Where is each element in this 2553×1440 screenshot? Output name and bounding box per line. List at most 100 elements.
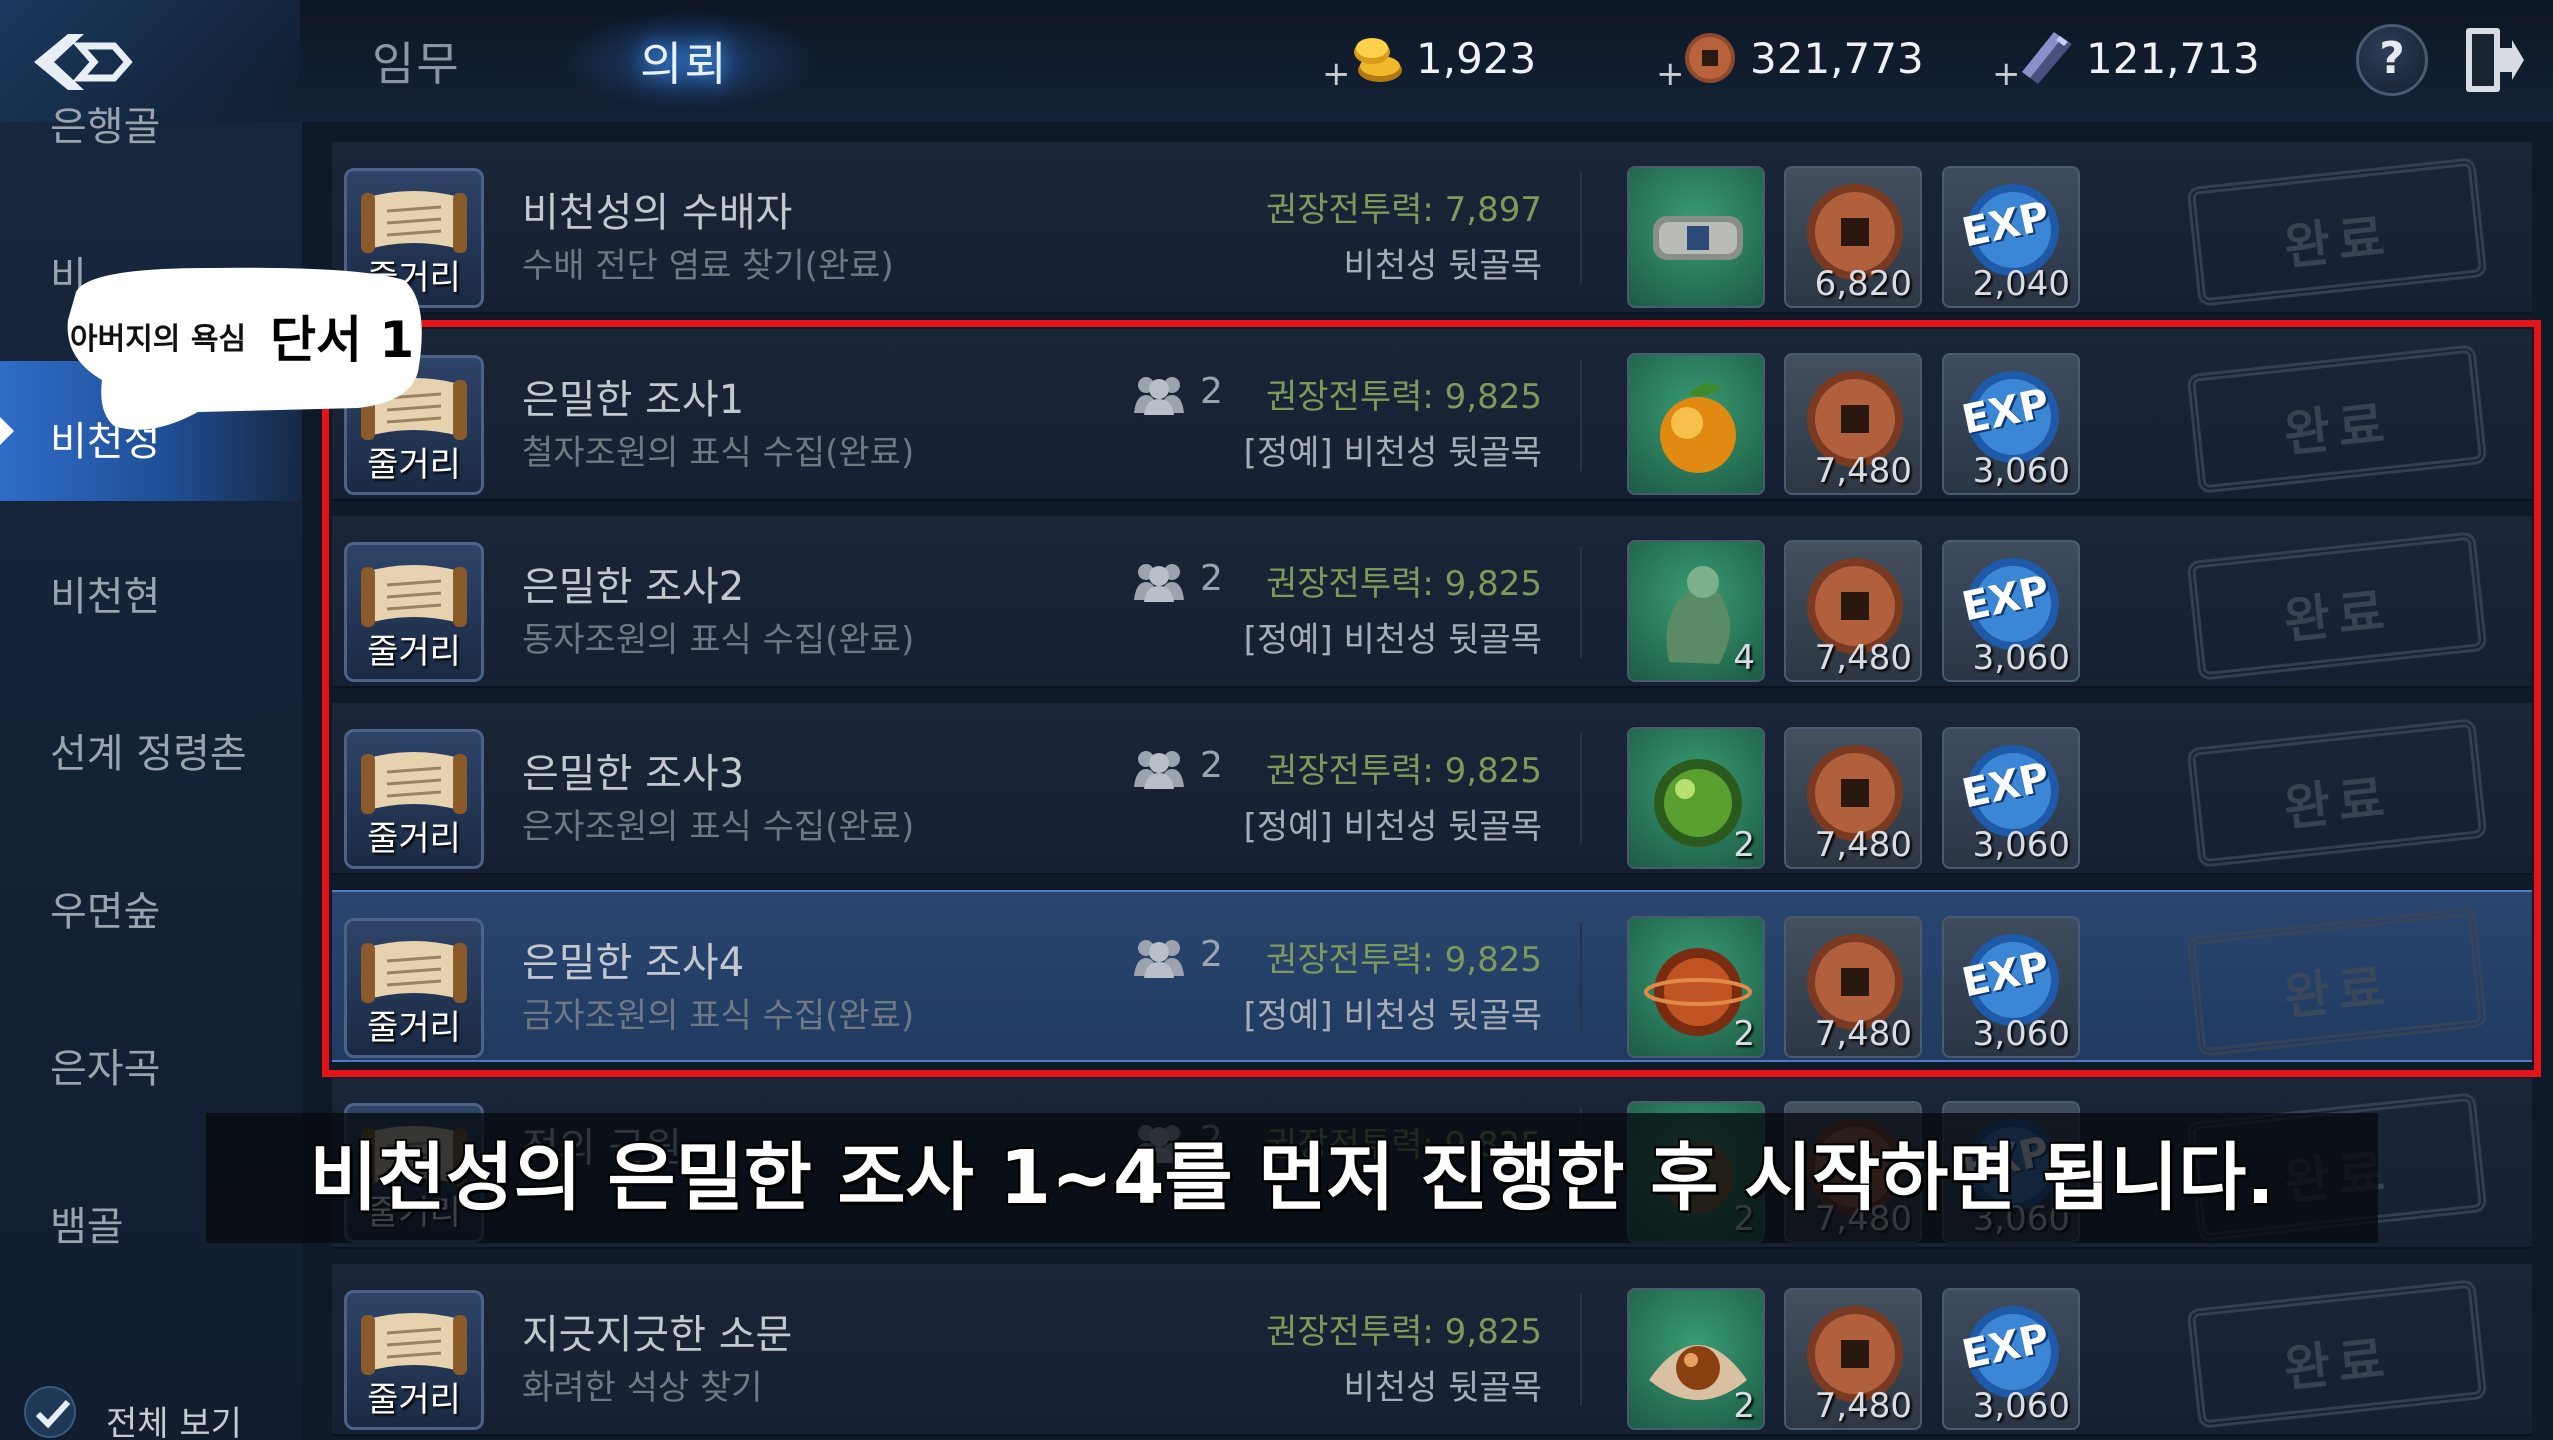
completed-stamp: 완료 — [2186, 344, 2488, 494]
reward-item[interactable]: 2 — [1627, 1288, 1765, 1430]
scroll-icon: 줄거리 — [344, 1290, 484, 1430]
quest-title: 은밀한 조사1 — [522, 377, 745, 423]
quest-title: 은밀한 조사3 — [522, 751, 745, 797]
recommended-power: 권장전투력: 9,825 — [1266, 751, 1542, 791]
reward-coin[interactable]: 7,480 — [1784, 1288, 1922, 1430]
scroll-icon: 줄거리 — [344, 542, 484, 682]
party-size: 2 — [1132, 558, 1223, 602]
quest-title: 은밀한 조사2 — [522, 564, 745, 610]
sidebar-item-seongye[interactable]: 선계 정령촌 — [0, 673, 302, 813]
sidebar-item-label: 비천현 — [50, 574, 161, 620]
party-icon — [1134, 377, 1184, 415]
reward-item[interactable] — [1627, 353, 1765, 495]
divider — [1580, 172, 1582, 284]
coin-quantity: 7,480 — [1814, 1014, 1912, 1054]
tab-request[interactable]: 의뢰 — [640, 28, 729, 94]
exit-door-icon[interactable] — [2460, 22, 2526, 98]
quest-type-label: 줄거리 — [367, 819, 461, 859]
quest-location: 비천성 뒷골목 — [1343, 246, 1543, 286]
check-icon — [35, 1399, 71, 1429]
quest-type-label: 줄거리 — [367, 445, 461, 485]
completed-stamp: 완료 — [2186, 1279, 2488, 1429]
recommended-power: 권장전투력: 9,825 — [1266, 564, 1542, 604]
coin-quantity: 7,480 — [1814, 1386, 1912, 1426]
crystal-icon — [2022, 32, 2072, 84]
reward-quantity: 2 — [1733, 825, 1755, 865]
reward-exp[interactable]: EXP3,060 — [1942, 916, 2080, 1058]
quest-row[interactable]: 줄거리 은밀한 조사3 은자조원의 표식 수집(완료) 2 권장전투력: 9,825 [정… — [332, 703, 2532, 875]
sidebar-item-label: 은행골 — [50, 104, 161, 150]
completed-stamp-label: 완료 — [2281, 768, 2395, 838]
exp-quantity: 3,060 — [1972, 638, 2070, 678]
bronze-coin-icon — [1685, 33, 1735, 83]
reward-coin[interactable]: 7,480 — [1784, 916, 1922, 1058]
quest-objective: 철자조원의 표식 수집(완료) — [522, 433, 915, 473]
reward-item[interactable]: 2 — [1627, 916, 1765, 1058]
completed-stamp-label: 완료 — [2281, 207, 2395, 277]
reward-item[interactable]: 4 — [1627, 540, 1765, 682]
divider — [1580, 922, 1582, 1034]
quest-row[interactable]: 줄거리 지긋지긋한 소문 화려한 석상 찾기 권장전투력: 9,825 비천성 뒷골목 2… — [332, 1264, 2532, 1436]
party-count: 2 — [1200, 934, 1223, 975]
reward-exp[interactable]: EXP3,060 — [1942, 540, 2080, 682]
quest-objective: 은자조원의 표식 수집(완료) — [522, 807, 915, 847]
quest-location: [정예] 비천성 뒷골목 — [1243, 620, 1542, 660]
quest-row[interactable]: 줄거리 은밀한 조사1 철자조원의 표식 수집(완료) 2 권장전투력: 9,825 [정… — [332, 329, 2532, 501]
quest-objective: 화려한 석상 찾기 — [522, 1368, 763, 1408]
quest-location: [정예] 비천성 뒷골목 — [1243, 807, 1542, 847]
reward-item[interactable]: 2 — [1627, 727, 1765, 869]
view-all-label: 전체 보기 — [106, 1404, 242, 1440]
coin-quantity: 7,480 — [1814, 825, 1912, 865]
reward-exp[interactable]: EXP3,060 — [1942, 727, 2080, 869]
reward-exp[interactable]: EXP 2,040 — [1942, 166, 2080, 308]
party-count: 2 — [1200, 745, 1223, 786]
quest-objective: 동자조원의 표식 수집(완료) — [522, 620, 915, 660]
quest-title: 지긋지긋한 소문 — [522, 1312, 793, 1358]
reward-quantity: 4 — [1733, 638, 1755, 678]
completed-stamp: 완료 — [2186, 718, 2488, 868]
reward-coin[interactable]: 7,480 — [1784, 353, 1922, 495]
reward-coin[interactable]: 7,480 — [1784, 727, 1922, 869]
scroll-icon: 줄거리 — [344, 918, 484, 1058]
reward-quantity: 2 — [1733, 1386, 1755, 1426]
reward-coin[interactable]: 6,820 — [1784, 166, 1922, 308]
recommended-power: 권장전투력: 9,825 — [1266, 1312, 1542, 1352]
exp-quantity: 3,060 — [1972, 825, 2070, 865]
reward-quantity: 2 — [1733, 1014, 1755, 1054]
sidebar-item-eunhaenggol[interactable]: 은행골 — [0, 46, 302, 186]
party-icon — [1134, 751, 1184, 789]
coin-amount: 321,773 — [1750, 34, 1924, 83]
recommended-power: 권장전투력: 9,825 — [1266, 377, 1542, 417]
quest-objective: 수배 전단 염료 찾기(완료) — [522, 246, 894, 286]
party-size: 2 — [1132, 371, 1223, 415]
completed-stamp-label: 완료 — [2281, 1329, 2395, 1399]
reward-exp[interactable]: EXP3,060 — [1942, 353, 2080, 495]
party-icon — [1134, 564, 1184, 602]
coin-quantity: 6,820 — [1814, 264, 1912, 304]
quest-row[interactable]: 줄거리 은밀한 조사2 동자조원의 표식 수집(완료) 2 권장전투력: 9,825 [정… — [332, 516, 2532, 688]
reward-coin[interactable]: 7,480 — [1784, 540, 1922, 682]
quest-row[interactable]: 줄거리 은밀한 조사4 금자조원의 표식 수집(완료) 2 권장전투력: 9,825 [정… — [332, 890, 2532, 1062]
sidebar-item-umyeonsup[interactable]: 우면숲 — [0, 831, 302, 971]
reward-exp[interactable]: EXP3,060 — [1942, 1288, 2080, 1430]
gold-amount: 1,923 — [1416, 34, 1537, 83]
help-button[interactable]: ? — [2356, 24, 2428, 96]
completed-stamp: 완료 — [2186, 157, 2488, 307]
sidebar-item-eunjagok[interactable]: 은자곡 — [0, 988, 302, 1128]
gold-ingot-icon — [1354, 38, 1402, 82]
sidebar-item-bicheonhyeon[interactable]: 비천현 — [0, 516, 302, 656]
exp-quantity: 2,040 — [1972, 264, 2070, 304]
speech-bubble: 아버지의 욕심 단서 1 — [58, 262, 426, 434]
tab-mission[interactable]: 임무 — [372, 28, 461, 94]
party-count: 2 — [1200, 371, 1223, 412]
bubble-title: 단서 1 — [270, 311, 415, 369]
party-size: 2 — [1132, 934, 1223, 978]
quest-objective: 금자조원의 표식 수집(완료) — [522, 996, 915, 1036]
quest-row[interactable]: 줄거리 비천성의 수배자 수배 전단 염료 찾기(완료) 권장전투력: 7,897 비천… — [332, 142, 2532, 314]
reward-item[interactable] — [1627, 166, 1765, 308]
recommended-power: 권장전투력: 9,825 — [1266, 940, 1542, 980]
sidebar-item-label: 선계 정령촌 — [50, 731, 247, 777]
checkbox[interactable] — [24, 1386, 76, 1438]
quest-location: [정예] 비천성 뒷골목 — [1243, 996, 1542, 1036]
sidebar-item-label: 은자곡 — [50, 1046, 161, 1092]
